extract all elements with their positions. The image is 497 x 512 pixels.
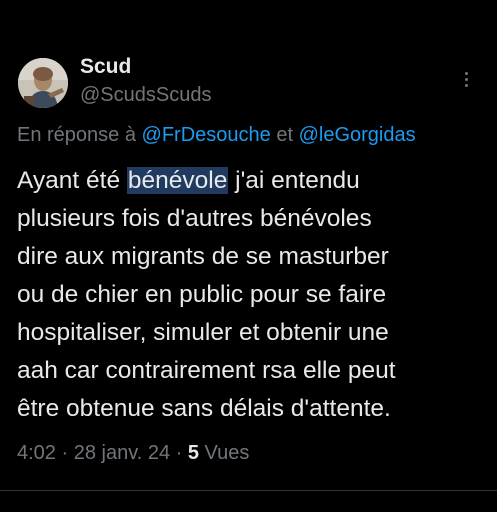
meta-separator: · [170,442,188,464]
tweet-line: être obtenue sans délais d'attente. [17,395,391,422]
divider [0,490,497,491]
tweet-text-segment: Ayant été [17,167,127,194]
meta-separator: · [55,442,74,464]
tweet-text: Ayant été bénévole j'ai entendu plusieur… [17,162,487,428]
tweet-line: dire aux migrants de se masturber [17,243,389,270]
more-dot [464,83,468,87]
reply-context: En réponse à @FrDesouche et @leGorgidas [17,124,416,147]
tweet-time[interactable]: 4:02 [17,442,56,464]
avatar[interactable] [18,58,68,108]
reply-prefix: En réponse à [17,124,142,146]
more-dot [464,77,468,81]
selected-text: bénévole [126,167,229,194]
tweet-line: hospitaliser, simuler et obtenir une [17,319,389,346]
tweet-line: plusieurs fois d'autres bénévoles [17,205,372,232]
display-name[interactable]: Scud [80,55,131,79]
tweet-line: Ayant été bénévole j'ai entendu [17,162,487,200]
tweet-text-segment: j'ai entendu [228,167,360,194]
tweet-meta: 4:02 · 28 janv. 24 · 5 Vues [17,442,249,465]
mention-link[interactable]: @leGorgidas [299,124,416,146]
tweet-line: aah car contrairement rsa elle peut [17,357,396,384]
mention-link[interactable]: @FrDesouche [142,124,271,146]
more-dot [464,71,468,75]
tweet-date[interactable]: 28 janv. 24 [74,442,170,464]
reply-joiner: et [270,124,299,146]
views-count: 5 [187,442,199,464]
tweet-line: ou de chier en public pour se faire [17,281,387,308]
avatar-image [18,58,68,108]
user-handle[interactable]: @ScudsScuds [80,84,211,107]
views-label: Vues [199,442,250,464]
more-vertical-icon[interactable] [456,66,476,92]
